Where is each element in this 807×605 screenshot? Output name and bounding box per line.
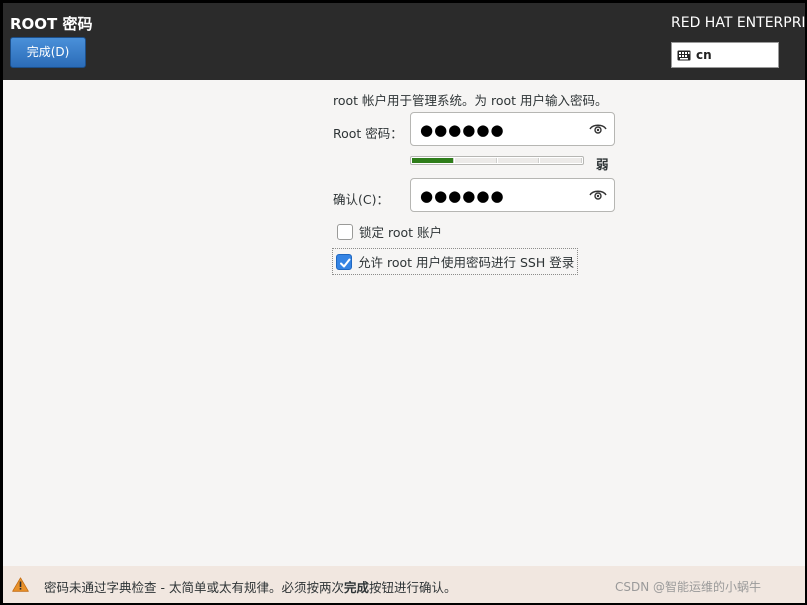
lock-root-label: 锁定 root 账户 bbox=[359, 225, 443, 240]
root-password-value: ●●●●●● bbox=[420, 121, 505, 139]
allow-ssh-row[interactable]: 允许 root 用户使用密码进行 SSH 登录 bbox=[332, 248, 579, 275]
show-password-icon[interactable] bbox=[589, 187, 607, 203]
root-password-label: Root 密码： bbox=[333, 126, 403, 141]
confirm-password-field[interactable]: ●●●●●● bbox=[410, 178, 615, 212]
warning-text: 密码未通过字典检查 - 太简单或太有规律。必须按两次完成按钮进行确认。 bbox=[44, 577, 457, 596]
warning-icon bbox=[12, 577, 29, 592]
page-title: ROOT 密码 bbox=[10, 15, 93, 33]
password-strength-label: 弱 bbox=[596, 157, 609, 172]
allow-ssh-label: 允许 root 用户使用密码进行 SSH 登录 bbox=[358, 255, 575, 270]
strength-segment bbox=[497, 158, 540, 163]
show-password-icon[interactable] bbox=[589, 121, 607, 137]
keyboard-layout-indicator[interactable]: cn bbox=[671, 42, 779, 68]
done-button[interactable]: 完成(D) bbox=[10, 37, 86, 68]
confirm-password-value: ●●●●●● bbox=[420, 187, 505, 205]
strength-segment bbox=[540, 158, 582, 163]
product-name: RED HAT ENTERPRISE bbox=[671, 15, 805, 31]
password-strength-meter bbox=[410, 156, 584, 165]
lock-root-checkbox[interactable] bbox=[337, 223, 353, 240]
keyboard-icon bbox=[677, 50, 691, 61]
confirm-password-label: 确认(C)： bbox=[333, 192, 389, 207]
strength-segment bbox=[412, 158, 454, 163]
root-password-field[interactable]: ●●●●●● bbox=[410, 112, 615, 146]
warning-bar[interactable]: 密码未通过字典检查 - 太简单或太有规律。必须按两次完成按钮进行确认。 CSDN… bbox=[3, 566, 805, 603]
keyboard-layout-label: cn bbox=[696, 48, 712, 62]
intro-text: root 帐户用于管理系统。为 root 用户输入密码。 bbox=[333, 93, 608, 108]
watermark: CSDN @智能运维的小蜗牛 bbox=[615, 580, 762, 594]
header-bar: ROOT 密码 完成(D) RED HAT ENTERPRISE cn bbox=[3, 3, 805, 80]
lock-root-row[interactable]: 锁定 root 账户 bbox=[337, 222, 442, 241]
warning-text-after: 按钮进行确认。 bbox=[368, 580, 457, 595]
warning-text-before: 密码未通过字典检查 - 太简单或太有规律。必须按两次 bbox=[44, 580, 344, 595]
allow-ssh-checkbox[interactable] bbox=[336, 253, 352, 270]
check-icon bbox=[340, 258, 351, 267]
strength-segment bbox=[454, 158, 497, 163]
warning-text-bold: 完成 bbox=[343, 580, 369, 595]
installer-window: ROOT 密码 完成(D) RED HAT ENTERPRISE cn root… bbox=[3, 3, 805, 603]
